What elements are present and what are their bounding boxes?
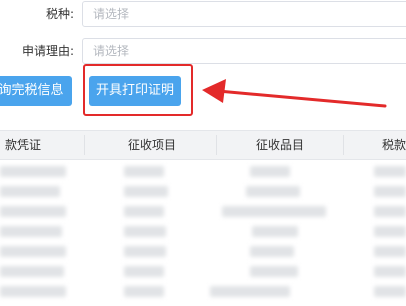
blurred-cell xyxy=(374,226,406,237)
blurred-cell xyxy=(374,246,406,257)
blurred-cell xyxy=(250,166,290,177)
table-header: 款凭证 征收项目 征收品目 税款所 xyxy=(0,130,406,160)
blurred-cell xyxy=(0,266,64,277)
blurred-cell xyxy=(124,206,164,217)
column-divider xyxy=(216,135,217,155)
blurred-cell xyxy=(124,246,166,257)
blurred-cell xyxy=(374,166,406,177)
table-row[interactable] xyxy=(0,246,406,266)
table-row[interactable] xyxy=(0,206,406,226)
blurred-cell xyxy=(252,226,298,237)
table-row[interactable] xyxy=(0,286,406,306)
column-header: 征收项目 xyxy=(127,138,176,152)
blurred-cell xyxy=(0,226,62,237)
blurred-cell xyxy=(124,166,164,177)
table-row[interactable] xyxy=(0,166,406,186)
blurred-cell xyxy=(0,186,60,197)
blurred-cell xyxy=(124,186,168,197)
blurred-cell xyxy=(124,226,166,237)
table-row[interactable] xyxy=(0,226,406,246)
blurred-cell xyxy=(374,266,406,277)
column-divider xyxy=(343,135,344,155)
blurred-cell xyxy=(0,246,66,257)
blurred-cell xyxy=(246,186,300,197)
column-header: 税款所 xyxy=(381,138,406,152)
blurred-cell xyxy=(374,206,406,217)
blurred-cell xyxy=(222,206,326,217)
table-row[interactable] xyxy=(0,186,406,206)
blurred-cell xyxy=(210,286,290,297)
blurred-cell xyxy=(124,266,164,277)
table-row[interactable] xyxy=(0,266,406,286)
column-divider xyxy=(84,135,85,155)
blurred-cell xyxy=(0,166,66,177)
blurred-cell xyxy=(374,286,406,297)
column-header: 征收品目 xyxy=(255,138,304,152)
blurred-cell xyxy=(0,206,66,217)
blurred-cell xyxy=(250,246,294,257)
blurred-cell xyxy=(374,186,406,197)
blurred-cell xyxy=(0,286,66,297)
column-header: 款凭证 xyxy=(4,138,41,152)
blurred-cell xyxy=(124,286,164,297)
blurred-cell xyxy=(250,266,298,277)
